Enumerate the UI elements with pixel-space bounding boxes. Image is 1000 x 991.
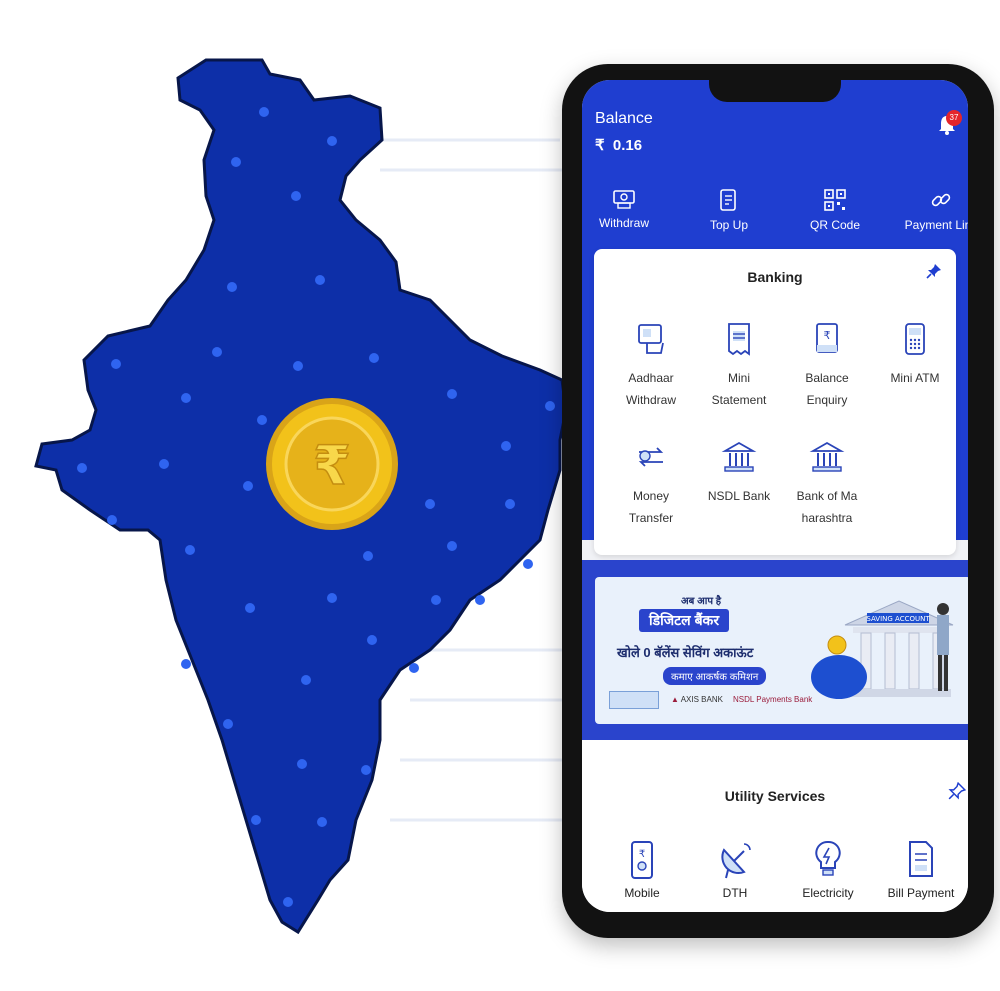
utility-title: Utility Services bbox=[724, 788, 826, 804]
nsdl-logo: NSDL Payments Bank bbox=[733, 695, 813, 704]
banking-item-aadhaar-withdraw[interactable]: Aadhaar Withdraw bbox=[607, 321, 695, 411]
saving-account-illustration: SAVING ACCOUNT bbox=[811, 600, 954, 699]
pin-icon[interactable] bbox=[948, 782, 966, 800]
money-transfer-icon bbox=[638, 447, 664, 467]
banking-item-money-transfer[interactable]: Money Transfer bbox=[607, 439, 695, 529]
quick-action-label: Top Up bbox=[709, 218, 749, 232]
banner-line-1: अब आप है bbox=[681, 596, 722, 607]
banking-item-label: Mini Statement bbox=[711, 371, 767, 407]
banking-item-label: Bank of Ma harashtra bbox=[796, 489, 858, 525]
banking-title: Banking bbox=[747, 269, 803, 285]
banking-item-balance-enquiry[interactable]: ₹ Balance Enquiry bbox=[783, 321, 871, 411]
top-up-icon bbox=[720, 189, 736, 211]
axis-bank-logo: ▲ AXIS BANK bbox=[671, 695, 723, 704]
phone-screen: Balance ₹ 0.16 37 Withdraw Top Up QR Cod… bbox=[582, 80, 968, 912]
rupee-coin-icon: ₹ bbox=[266, 398, 398, 530]
utility-card: Utility Services ₹ Mobile DTH Electricit… bbox=[582, 740, 968, 912]
banking-item-mini-statement[interactable]: Mini Statement bbox=[695, 321, 783, 411]
utility-item-bill-payment[interactable]: Bill Payment bbox=[876, 840, 966, 900]
banner-line-2: डिजिटल बैंकर bbox=[639, 609, 730, 632]
pin-icon[interactable] bbox=[926, 263, 942, 279]
svg-text:₹: ₹ bbox=[639, 849, 645, 860]
quick-action-top-up[interactable]: Top Up bbox=[683, 188, 775, 232]
svg-text:₹: ₹ bbox=[824, 329, 831, 342]
dth-icon bbox=[721, 843, 751, 879]
balance-enquiry-icon: ₹ bbox=[816, 323, 838, 353]
svg-text:₹: ₹ bbox=[313, 434, 351, 497]
quick-action-withdraw[interactable]: Withdraw bbox=[582, 188, 670, 230]
link-icon bbox=[931, 193, 951, 207]
phone-frame: Balance ₹ 0.16 37 Withdraw Top Up QR Cod… bbox=[562, 64, 994, 938]
utility-item-dth[interactable]: DTH bbox=[690, 840, 780, 900]
currency-symbol: ₹ bbox=[595, 137, 605, 154]
utility-item-label: Mobile bbox=[624, 886, 660, 900]
utility-item-label: Electricity bbox=[802, 886, 854, 900]
electricity-icon bbox=[815, 840, 841, 876]
banking-card: Banking Aadhaar Withdraw Mini Statement … bbox=[594, 249, 956, 555]
banking-item-bank-of-maharashtra[interactable]: Bank of Ma harashtra bbox=[783, 439, 871, 529]
quick-action-qr-code[interactable]: QR Code bbox=[789, 188, 881, 232]
banner-line-4: कमाए आकर्षक कमिशन bbox=[663, 667, 767, 685]
mini-statement-icon bbox=[728, 323, 750, 356]
utility-item-mobile[interactable]: ₹ Mobile bbox=[597, 840, 687, 900]
banking-item-label: NSDL Bank bbox=[707, 489, 771, 503]
quick-action-label: Withdraw bbox=[598, 216, 649, 230]
banking-item-label: Balance Enquiry bbox=[805, 371, 849, 407]
balance-amount: ₹ 0.16 bbox=[595, 136, 642, 154]
bill-payment-icon bbox=[909, 841, 933, 877]
quick-action-label: Payment Link bbox=[904, 218, 968, 232]
promo-banner[interactable]: अब आप है डिजिटल बैंकर खोले 0 बॅलेंस सेवि… bbox=[595, 577, 968, 724]
phone-notch bbox=[709, 80, 841, 102]
mini-atm-icon bbox=[905, 323, 925, 355]
aadhaar-withdraw-icon bbox=[638, 324, 664, 354]
banking-item-label: Mini ATM bbox=[890, 371, 940, 385]
banking-item-label: Aadhaar Withdraw bbox=[625, 371, 676, 407]
balance-value: 0.16 bbox=[612, 137, 643, 154]
banking-item-label: Money Transfer bbox=[628, 489, 674, 525]
withdraw-icon bbox=[613, 190, 635, 209]
utility-item-electricity[interactable]: Electricity bbox=[783, 840, 873, 900]
mobile-icon: ₹ bbox=[631, 841, 653, 879]
utility-item-label: DTH bbox=[722, 886, 748, 900]
balance-label: Balance bbox=[595, 110, 653, 127]
svg-text:SAVING ACCOUNT: SAVING ACCOUNT bbox=[866, 615, 930, 623]
utility-item-label: Bill Payment bbox=[887, 886, 955, 900]
quick-action-label: QR Code bbox=[809, 218, 861, 232]
banking-item-mini-atm[interactable]: Mini ATM bbox=[871, 321, 959, 389]
bank-of-maharashtra-logo bbox=[609, 691, 659, 709]
qr-code-icon bbox=[824, 189, 846, 211]
quick-action-payment-link[interactable]: Payment Link bbox=[895, 188, 968, 232]
banking-item-nsdl-bank[interactable]: NSDL Bank bbox=[695, 439, 783, 507]
bank-icon bbox=[809, 441, 845, 472]
india-map-illustration: ₹ bbox=[0, 0, 600, 991]
notification-badge: 37 bbox=[946, 110, 962, 126]
banner-line-3: खोले 0 बॅलेंस सेविंग अकाऊंट bbox=[617, 645, 754, 660]
bank-icon bbox=[721, 441, 757, 472]
